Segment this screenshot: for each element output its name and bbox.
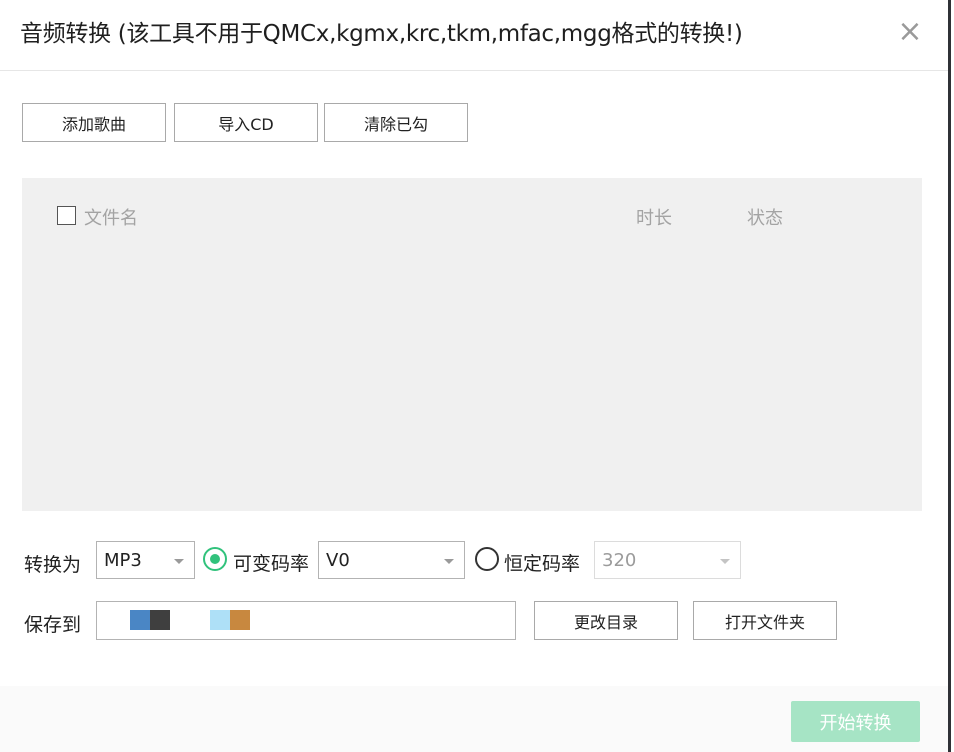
title-divider (0, 70, 948, 71)
chevron-down-icon (720, 559, 730, 564)
vbr-radio[interactable] (203, 547, 227, 571)
save-to-label: 保存到 (24, 614, 82, 636)
dialog-title: 音频转换 (该工具不用于QMCx,kgmx,krc,tkm,mfac,mgg格式… (20, 21, 743, 47)
vbr-select-value: V0 (326, 549, 350, 571)
path-redaction-block (230, 610, 250, 630)
vbr-select[interactable]: V0 (318, 541, 465, 579)
save-path-field[interactable] (96, 601, 516, 640)
select-all-checkbox[interactable] (57, 206, 76, 225)
close-icon[interactable]: × (894, 14, 926, 50)
path-redaction-block (150, 610, 170, 630)
cbr-select-value: 320 (602, 549, 637, 571)
radio-selected-dot (210, 554, 220, 564)
open-folder-button[interactable]: 打开文件夹 (693, 601, 837, 640)
column-header-filename: 文件名 (84, 208, 138, 229)
path-redaction-block (130, 610, 150, 630)
vbr-label[interactable]: 可变码率 (233, 549, 309, 576)
chevron-down-icon (444, 559, 454, 564)
path-redaction-block (210, 610, 230, 630)
add-songs-button[interactable]: 添加歌曲 (22, 103, 166, 142)
chevron-down-icon (174, 559, 184, 564)
column-header-duration: 时长 (636, 208, 672, 229)
format-select[interactable]: MP3 (96, 541, 195, 579)
audio-convert-dialog: 音频转换 (该工具不用于QMCx,kgmx,krc,tkm,mfac,mgg格式… (0, 0, 948, 752)
convert-to-label: 转换为 (24, 554, 82, 576)
file-list: 文件名 时长 状态 (22, 178, 922, 511)
cbr-radio[interactable] (475, 547, 499, 571)
import-cd-button[interactable]: 导入CD (174, 103, 318, 142)
window-edge (948, 0, 954, 752)
cbr-label[interactable]: 恒定码率 (504, 549, 580, 576)
column-header-status: 状态 (747, 208, 783, 229)
format-select-value: MP3 (104, 549, 142, 571)
change-directory-button[interactable]: 更改目录 (534, 601, 678, 640)
window-edge-line (948, 0, 951, 752)
start-convert-button[interactable]: 开始转换 (791, 701, 920, 742)
clear-checked-button[interactable]: 清除已勾 (324, 103, 468, 142)
cbr-select: 320 (594, 541, 741, 579)
